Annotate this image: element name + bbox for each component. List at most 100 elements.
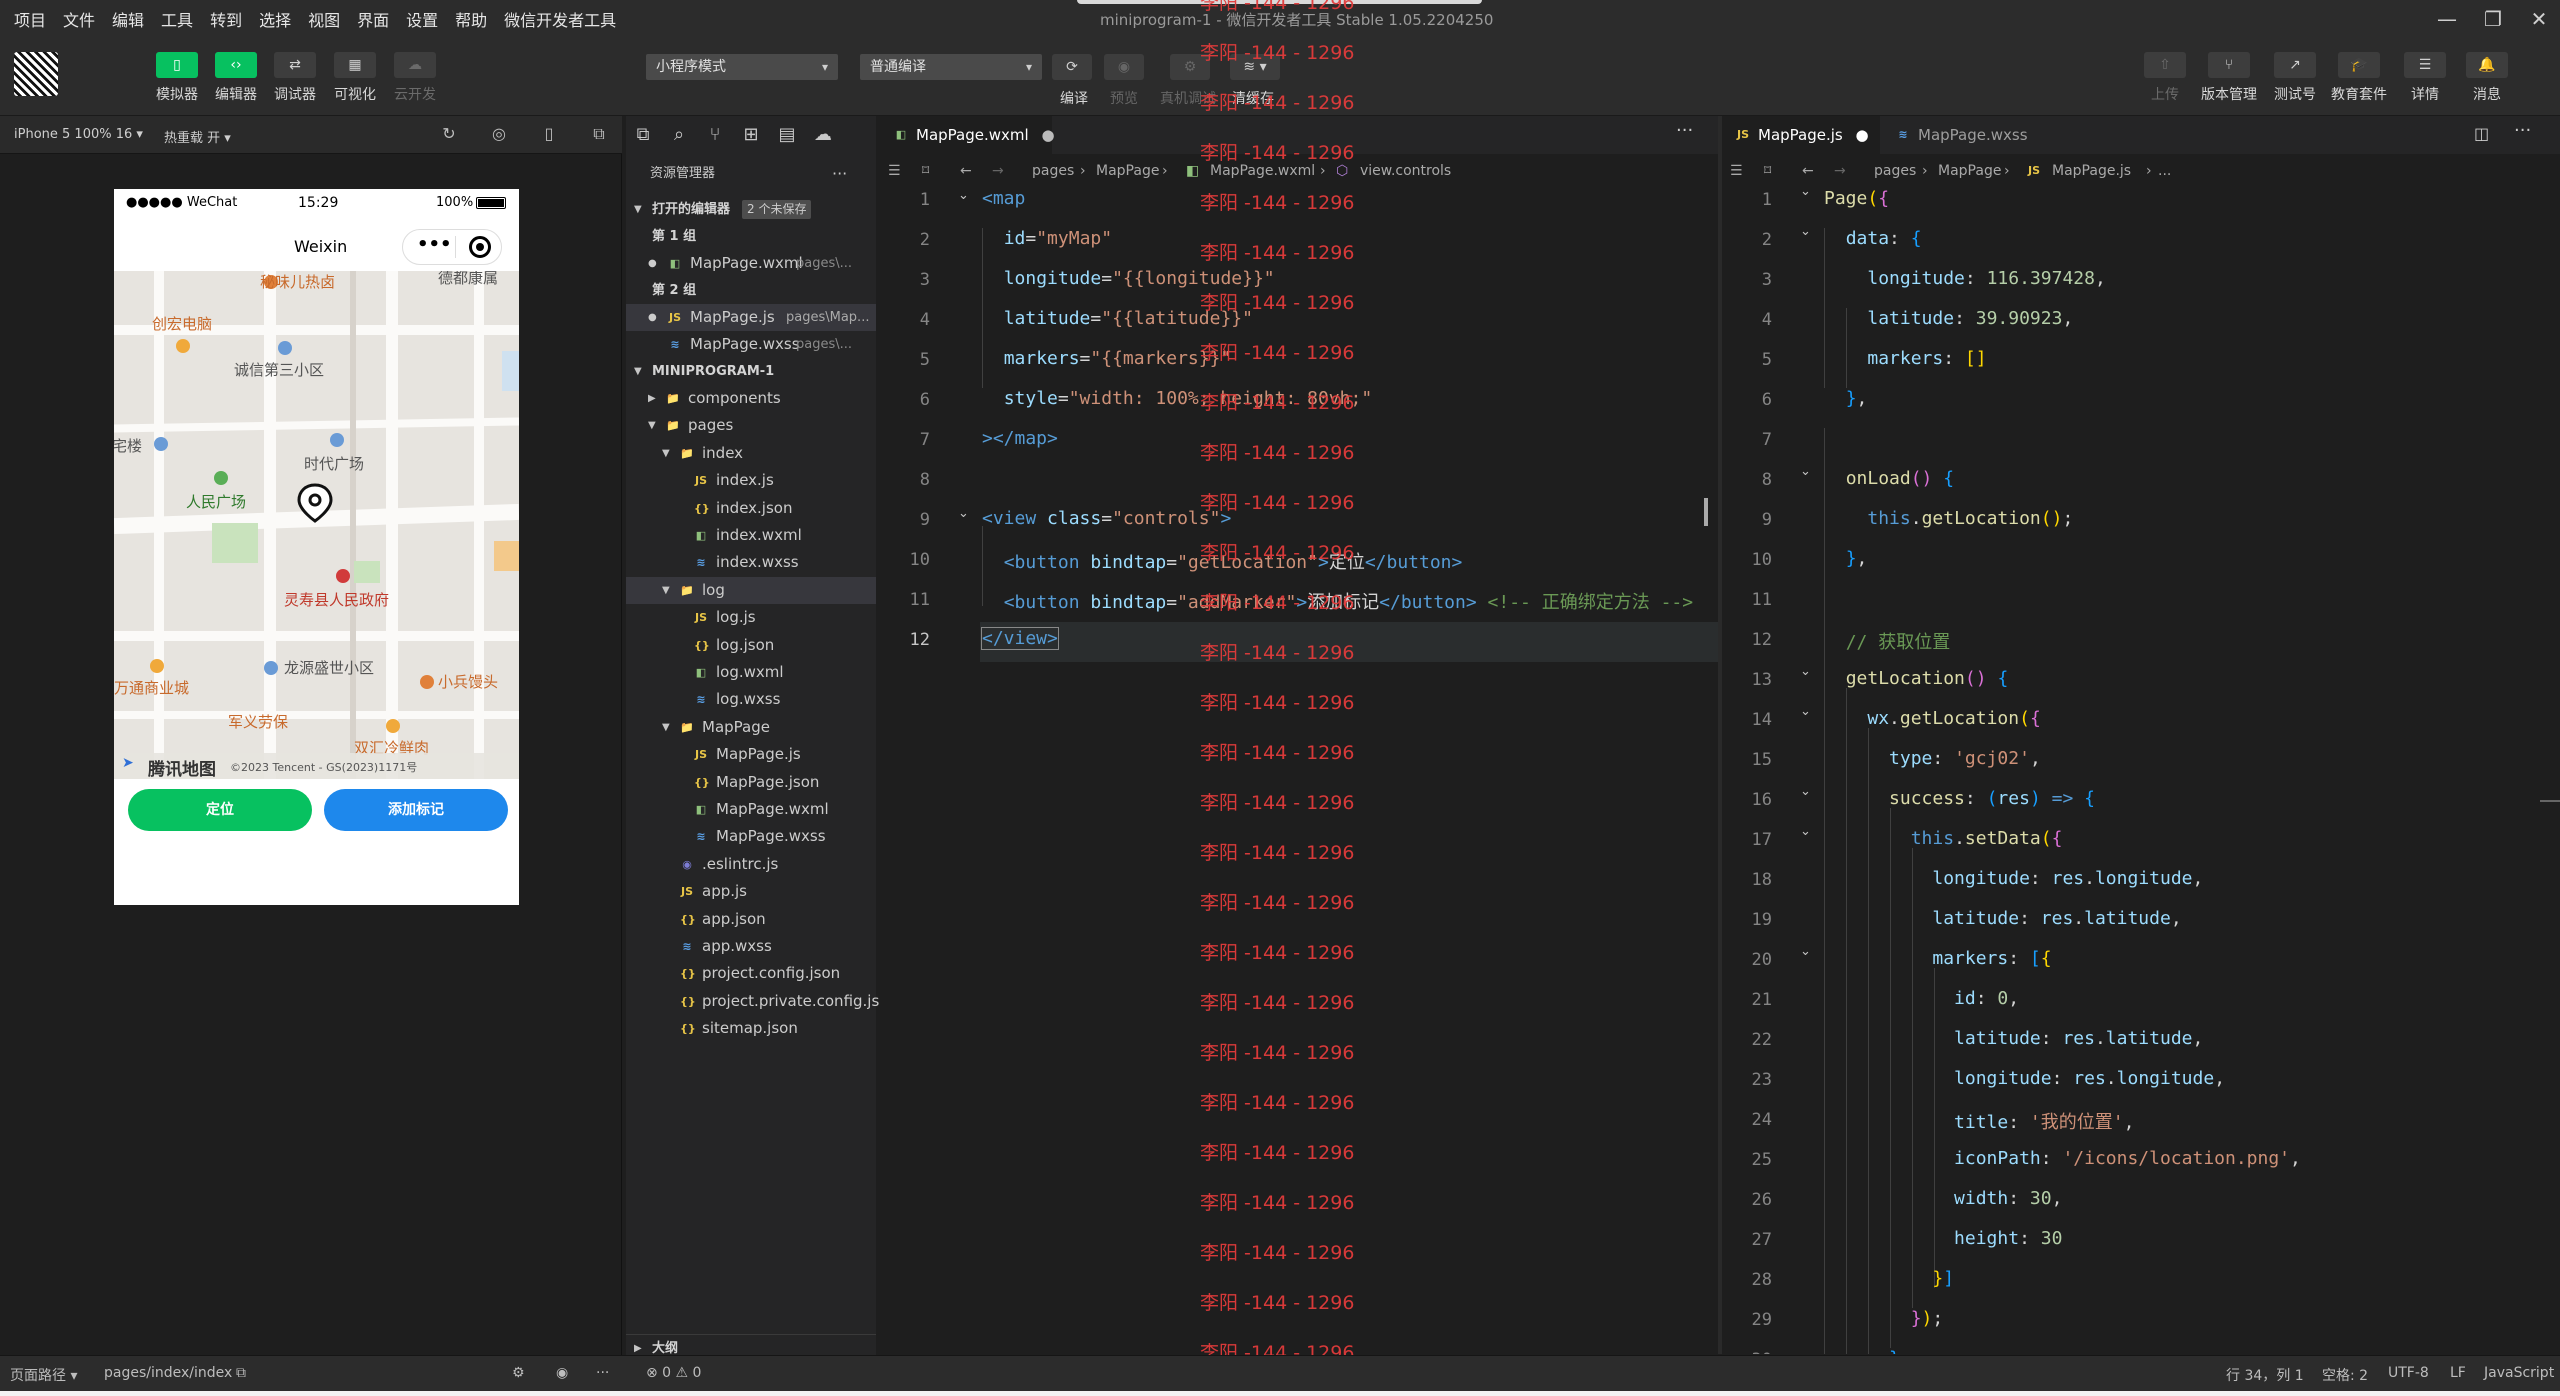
open-editors-section[interactable]: ▼ 打开的编辑器 2 个未保存 <box>626 196 876 223</box>
tree-file[interactable]: ◧ log.wxml <box>626 659 876 686</box>
close-mini-icon[interactable] <box>469 236 491 258</box>
menu-item[interactable]: 微信开发者工具 <box>504 7 616 31</box>
more-actions-icon[interactable]: ··· <box>1676 120 1693 141</box>
menu-item[interactable]: 编辑 <box>112 7 144 31</box>
fold-icon[interactable]: ⌄ <box>1800 784 1811 799</box>
tree-folder[interactable]: ▼ 📁 log <box>626 576 876 604</box>
compile-select[interactable]: 普通编译 <box>860 54 1042 80</box>
chevron-down-icon[interactable]: ▼ <box>662 714 670 741</box>
split-editor-icon[interactable]: ◫ <box>2474 124 2489 143</box>
more-actions-icon[interactable]: ··· <box>832 160 847 187</box>
tree-file[interactable]: {} index.json <box>626 495 876 522</box>
hot-reload-toggle[interactable]: 热重载 开 ▾ <box>164 127 231 146</box>
source-control-icon[interactable]: ⑂ <box>704 124 726 146</box>
fold-icon[interactable]: ⌄ <box>958 188 969 203</box>
chevron-down-icon[interactable]: ▼ <box>648 412 656 439</box>
language-mode[interactable]: JavaScript <box>2484 1365 2554 1381</box>
close-icon[interactable]: ✕ <box>2524 6 2554 32</box>
page-path[interactable]: pages/index/index <box>104 1365 232 1381</box>
indent-setting[interactable]: 空格: 2 <box>2322 1365 2368 1385</box>
fold-icon[interactable]: ⌄ <box>1800 704 1811 719</box>
fold-icon[interactable]: ⌄ <box>1800 188 1811 199</box>
tree-file[interactable]: JS log.js <box>626 604 876 631</box>
right-code-editor[interactable]: 1 2 3 4 5 6 7 8 9 10 11 12 13 14 15 16 17 18 19 20 21 22 23 24 2… <box>1722 188 2560 1354</box>
problems-indicator[interactable]: ⊗ 0 ⚠ 0 <box>646 1365 701 1381</box>
fold-icon[interactable]: ⌄ <box>1800 464 1811 479</box>
extensions-icon[interactable]: ▤ <box>776 124 798 146</box>
toolbar-button-4[interactable]: ☁ 云开发 <box>386 52 444 104</box>
copy-icon[interactable]: ⧉ <box>236 1365 246 1381</box>
toolbar-button-1[interactable]: ‹› 编辑器 <box>207 52 265 104</box>
tree-file[interactable]: {} project.private.config.js... <box>626 988 894 1015</box>
tree-folder[interactable]: ▶ 📁 components <box>626 385 876 412</box>
tree-file[interactable]: {} sitemap.json <box>626 1015 876 1042</box>
menu-item[interactable]: 视图 <box>308 7 340 31</box>
crumb[interactable]: MapPage <box>1938 154 2001 188</box>
device-select[interactable]: iPhone 5 100% 16 ▾ <box>14 127 143 142</box>
bookmark-icon[interactable]: ⌑ <box>922 154 929 188</box>
fold-icon[interactable]: ⌄ <box>1800 824 1811 839</box>
page-path-select[interactable]: 页面路径 ▾ <box>10 1365 77 1385</box>
toolbar-right-button-3[interactable]: 🎓 教育套件 <box>2326 52 2392 104</box>
toolbar-right-button-4[interactable]: ☰ 详情 <box>2392 52 2458 104</box>
debug-panel-icon[interactable]: ⊞ <box>740 124 762 146</box>
open-editor-item[interactable]: ● ◧ MapPage.wxml pages\... <box>626 250 876 277</box>
toolbar-button-2[interactable]: ⇄ 调试器 <box>266 52 324 104</box>
menu-item[interactable]: 界面 <box>357 7 389 31</box>
bookmark-icon[interactable]: ⌑ <box>1764 154 1771 188</box>
capsule-menu[interactable]: ••• <box>402 229 502 265</box>
crumb[interactable]: MapPage.js <box>2052 154 2131 188</box>
tree-file[interactable]: {} app.json <box>626 906 876 933</box>
tree-file[interactable]: JS app.js <box>626 878 876 905</box>
tree-folder[interactable]: ▼ 📁 index <box>626 440 876 467</box>
crumb[interactable]: pages <box>1874 154 1916 188</box>
menu-item[interactable]: 文件 <box>63 7 95 31</box>
compile-button[interactable]: ⟳ <box>1052 54 1092 80</box>
eol[interactable]: LF <box>2450 1365 2466 1381</box>
open-editor-item[interactable]: ● JS MapPage.js pages\Map... <box>626 304 876 331</box>
tree-file[interactable]: JS index.js <box>626 467 876 494</box>
tree-file[interactable]: ◉ .eslintrc.js <box>626 851 876 878</box>
unsaved-dot-icon[interactable]: ● <box>1041 126 1054 144</box>
fold-icon[interactable]: ⌄ <box>1800 944 1811 959</box>
bug-icon[interactable]: ⚙ <box>512 1365 525 1381</box>
cursor-position[interactable]: 行 34，列 1 <box>2226 1365 2304 1385</box>
menu-item[interactable]: 帮助 <box>455 7 487 31</box>
unsaved-dot-icon[interactable]: ● <box>1856 126 1869 144</box>
search-icon[interactable]: ⌕ <box>668 124 690 146</box>
cloud-panel-icon[interactable]: ☁ <box>812 124 834 146</box>
menu-item[interactable]: 设置 <box>406 7 438 31</box>
open-editor-item[interactable]: ≋ MapPage.wxss pages\... <box>626 331 876 358</box>
toolbar-right-button-0[interactable]: ⇧ 上传 <box>2132 52 2198 104</box>
refresh-icon[interactable]: ↻ <box>438 124 460 146</box>
record-icon[interactable]: ◎ <box>488 124 510 146</box>
outline-toggle-icon[interactable]: ☰ <box>888 154 901 188</box>
tree-file[interactable]: {} MapPage.json <box>626 769 876 796</box>
toolbar-right-button-2[interactable]: ↗ 测试号 <box>2262 52 2328 104</box>
popout-icon[interactable]: ⧉ <box>588 124 610 146</box>
project-section[interactable]: ▼ MINIPROGRAM-1 <box>626 358 876 385</box>
tab-mappage-wxss[interactable]: ≋ MapPage.wxss <box>1882 116 2052 154</box>
fold-icon[interactable]: ⌄ <box>958 506 969 521</box>
crumb[interactable]: view.controls <box>1360 154 1451 188</box>
toolbar-button-0[interactable]: ▯ 模拟器 <box>148 52 206 104</box>
preview-button[interactable]: ◉ <box>1104 54 1144 80</box>
tree-file[interactable]: ≋ log.wxss <box>626 686 876 713</box>
preview-eye-icon[interactable]: ◉ <box>556 1365 568 1381</box>
avatar[interactable] <box>14 52 58 96</box>
add-marker-button[interactable]: 添加标记 <box>324 789 508 831</box>
maximize-icon[interactable]: ❐ <box>2478 6 2508 32</box>
more-actions-icon[interactable]: ··· <box>2514 120 2531 141</box>
toolbar-right-button-1[interactable]: ⑂ 版本管理 <box>2196 52 2262 104</box>
tree-file[interactable]: {} project.config.json <box>626 960 876 987</box>
tree-folder[interactable]: ▼ 📁 MapPage <box>626 714 876 741</box>
location-pin-icon[interactable] <box>296 483 334 523</box>
back-icon[interactable]: ← <box>1802 154 1814 188</box>
chevron-down-icon[interactable]: ▼ <box>662 577 670 604</box>
crumb[interactable]: ... <box>2158 154 2171 188</box>
tree-file[interactable]: {} log.json <box>626 632 876 659</box>
chevron-down-icon[interactable]: ▼ <box>662 440 670 467</box>
fold-icon[interactable]: ⌄ <box>1800 224 1811 239</box>
chevron-right-icon[interactable]: ▶ <box>648 385 656 412</box>
crumb[interactable]: pages <box>1032 154 1074 188</box>
